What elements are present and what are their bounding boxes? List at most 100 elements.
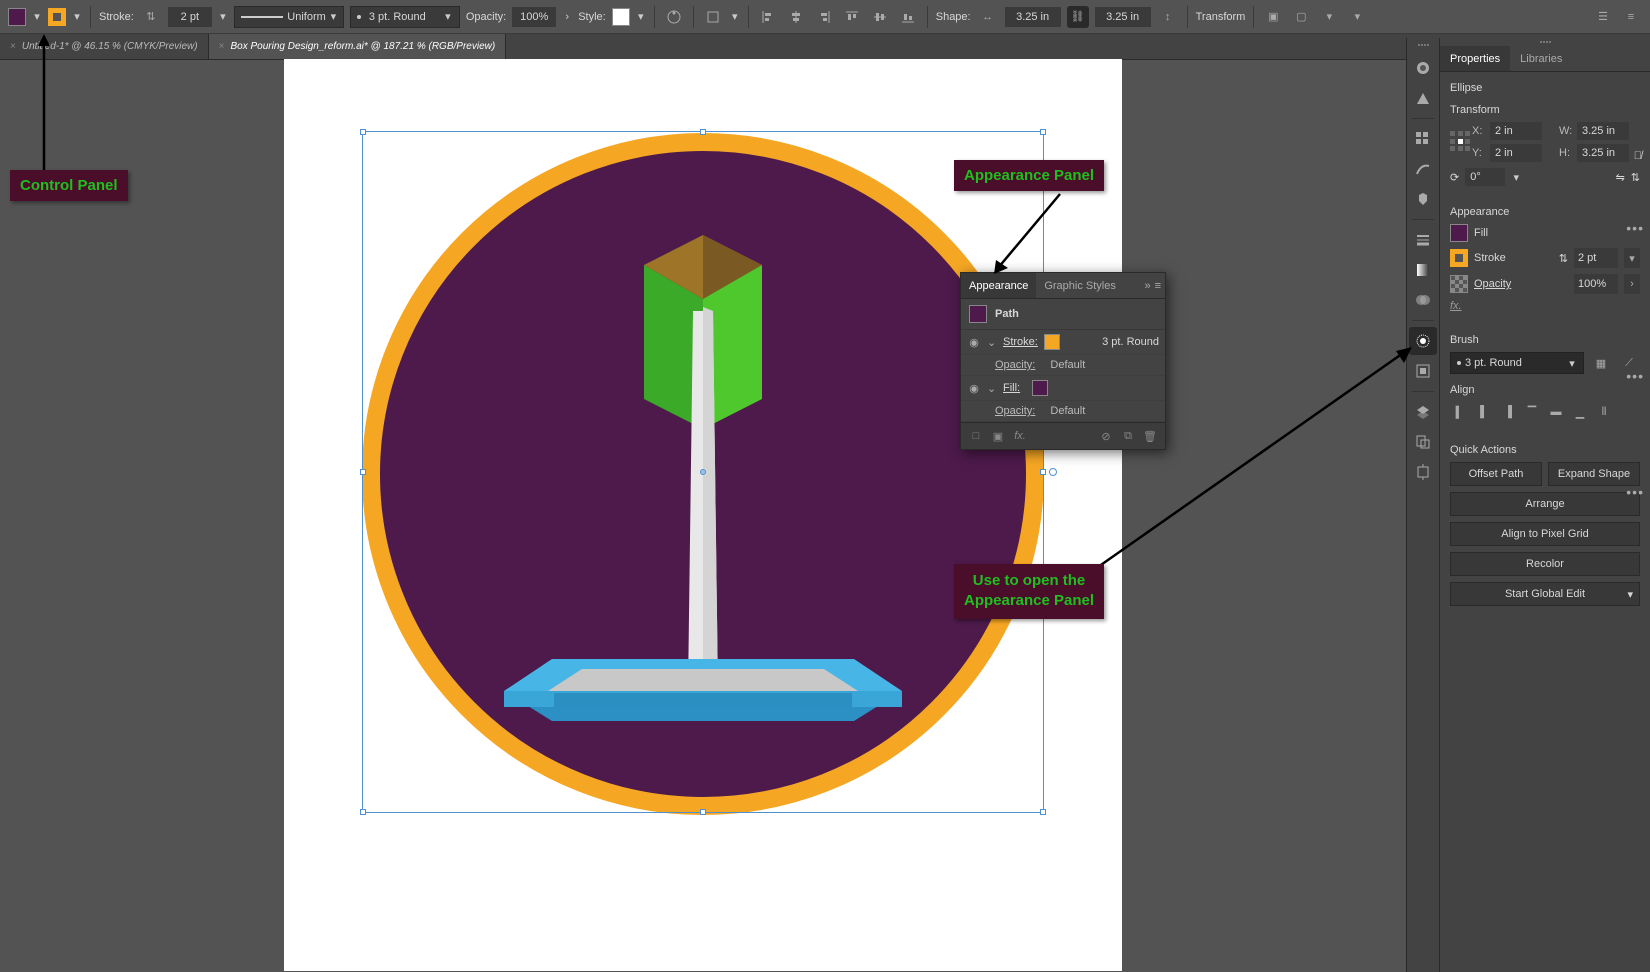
align-hcenter-icon[interactable]: [785, 6, 807, 28]
align-to-pixel-grid-button[interactable]: Align to Pixel Grid: [1450, 522, 1640, 546]
color-panel-icon[interactable]: [1409, 54, 1437, 82]
symbols-panel-icon[interactable]: [1409, 185, 1437, 213]
flip-vertical-icon[interactable]: ⇅: [1631, 171, 1640, 184]
stroke-stepper-icon[interactable]: ⇅: [1559, 252, 1568, 265]
arrange-icon[interactable]: ▾: [1318, 6, 1340, 28]
tab-properties[interactable]: Properties: [1440, 46, 1510, 71]
opacity-label[interactable]: Opacity: [1474, 278, 1568, 290]
selection-handle[interactable]: [1040, 129, 1046, 135]
transform-x-input[interactable]: [1490, 122, 1542, 140]
align-vcenter-icon[interactable]: ▬: [1546, 402, 1566, 422]
transform-h-input[interactable]: [1577, 144, 1629, 162]
gradient-panel-icon[interactable]: [1409, 256, 1437, 284]
transform-more-options-icon[interactable]: •••: [1626, 220, 1644, 236]
new-fill-icon[interactable]: ▣: [989, 427, 1007, 445]
align-left-icon[interactable]: ▍: [1450, 402, 1470, 422]
arrange-button[interactable]: Arrange: [1450, 492, 1640, 516]
selection-handle[interactable]: [700, 129, 706, 135]
stroke-weight-dropdown-icon[interactable]: ▾: [218, 10, 228, 24]
reference-point-selector[interactable]: [1450, 131, 1472, 153]
fill-link-label[interactable]: Fill:: [1003, 382, 1020, 394]
toolbar-collapse-icon[interactable]: ≡: [1620, 6, 1642, 28]
selection-center-point[interactable]: [700, 469, 706, 475]
align-top-icon[interactable]: [841, 6, 863, 28]
align-hcenter-icon[interactable]: ▌: [1474, 402, 1494, 422]
constrain-proportions-icon[interactable]: ⛓̸: [1634, 150, 1642, 162]
fill-color-swatch[interactable]: [1032, 380, 1048, 396]
stroke-swatch[interactable]: [48, 8, 66, 26]
panel-grip-icon[interactable]: [1440, 38, 1650, 46]
appearance-more-options-icon[interactable]: •••: [1626, 368, 1644, 384]
expand-row-icon[interactable]: ⌄: [987, 336, 997, 349]
transform-y-input[interactable]: [1490, 144, 1542, 162]
dock-grip-icon[interactable]: [1410, 44, 1436, 52]
stroke-weight-stepper-icon[interactable]: ⇅: [140, 6, 162, 28]
collapse-panel-icon[interactable]: »: [1144, 280, 1150, 292]
brush-options-icon[interactable]: ▦: [1590, 352, 1612, 374]
graphic-style-swatch[interactable]: [612, 8, 630, 26]
brushes-panel-icon[interactable]: [1409, 155, 1437, 183]
select-similar-icon[interactable]: ▾: [1346, 6, 1368, 28]
tab-libraries[interactable]: Libraries: [1510, 46, 1572, 71]
path-thumbnail-swatch[interactable]: [969, 305, 987, 323]
offset-path-button[interactable]: Offset Path: [1450, 462, 1542, 486]
close-tab-icon[interactable]: ×: [10, 41, 16, 52]
shape-height-input[interactable]: [1095, 7, 1151, 27]
tab-untitled[interactable]: ×Untitled-1* @ 46.15 % (CMYK/Preview): [0, 34, 209, 59]
transform-w-input[interactable]: [1577, 122, 1629, 140]
new-stroke-icon[interactable]: □: [967, 427, 985, 445]
selection-handle[interactable]: [360, 809, 366, 815]
shape-width-input[interactable]: [1005, 7, 1061, 27]
close-tab-icon[interactable]: ×: [219, 41, 225, 52]
opacity-popup-icon[interactable]: ›: [1624, 274, 1640, 294]
style-dropdown-icon[interactable]: ▾: [636, 10, 646, 24]
visibility-toggle-icon[interactable]: ◉: [967, 336, 981, 349]
transparency-panel-icon[interactable]: [1409, 286, 1437, 314]
stroke-color-swatch[interactable]: [1044, 334, 1060, 350]
panel-menu-icon[interactable]: ≡: [1155, 280, 1161, 292]
stroke-weight-input[interactable]: [168, 7, 212, 27]
selection-bounding-box[interactable]: [362, 131, 1044, 813]
recolor-button[interactable]: Recolor: [1450, 552, 1640, 576]
align-more-options-icon[interactable]: •••: [1626, 484, 1644, 500]
selection-edge-widget[interactable]: [1049, 468, 1057, 476]
align-bottom-icon[interactable]: ▁: [1570, 402, 1590, 422]
fill-label[interactable]: Fill: [1474, 227, 1640, 239]
stroke-panel-icon[interactable]: [1409, 226, 1437, 254]
brush-definition-dropdown[interactable]: 3 pt. Round ▾: [1450, 352, 1584, 374]
expand-row-icon[interactable]: ⌄: [987, 382, 997, 395]
align-right-icon[interactable]: [813, 6, 835, 28]
rotate-angle-input[interactable]: [1465, 168, 1505, 186]
toolbar-prefs-icon[interactable]: ☰: [1592, 6, 1614, 28]
opacity-swatch-icon[interactable]: [1450, 275, 1468, 293]
fill-dropdown-icon[interactable]: ▾: [32, 10, 42, 24]
link-wh-icon[interactable]: ⛓: [1067, 6, 1089, 28]
transform-label[interactable]: Transform: [1196, 11, 1246, 23]
opacity-label[interactable]: Opacity:: [995, 359, 1035, 371]
angle-dropdown-icon[interactable]: ▾: [1511, 170, 1521, 184]
selection-handle[interactable]: [360, 469, 366, 475]
align-to-icon[interactable]: [702, 6, 724, 28]
add-effect-icon[interactable]: fx.: [1011, 427, 1029, 445]
color-guide-panel-icon[interactable]: [1409, 84, 1437, 112]
distribute-icon[interactable]: ⫴: [1594, 402, 1614, 422]
opacity-popup-icon[interactable]: ›: [562, 10, 572, 24]
selection-handle[interactable]: [1040, 809, 1046, 815]
recolor-icon[interactable]: [663, 6, 685, 28]
stroke-weight-input[interactable]: [1574, 248, 1618, 268]
align-to-dropdown-icon[interactable]: ▾: [730, 10, 740, 24]
visibility-toggle-icon[interactable]: ◉: [967, 382, 981, 395]
swatches-panel-icon[interactable]: [1409, 125, 1437, 153]
stroke-label[interactable]: Stroke: [1474, 252, 1553, 264]
fill-swatch[interactable]: [8, 8, 26, 26]
stroke-swatch[interactable]: [1450, 249, 1468, 267]
align-top-icon[interactable]: ▔: [1522, 402, 1542, 422]
selection-handle[interactable]: [1040, 469, 1046, 475]
tab-box-pouring[interactable]: ×Box Pouring Design_reform.ai* @ 187.21 …: [209, 34, 507, 59]
opacity-input[interactable]: [512, 7, 556, 27]
brush-dropdown[interactable]: 3 pt. Round ▾: [350, 6, 460, 28]
stroke-dropdown-icon[interactable]: ▾: [72, 10, 82, 24]
align-right-icon[interactable]: ▐: [1498, 402, 1518, 422]
isolate-icon[interactable]: ▣: [1262, 6, 1284, 28]
flip-horizontal-icon[interactable]: ⇋: [1616, 171, 1625, 184]
